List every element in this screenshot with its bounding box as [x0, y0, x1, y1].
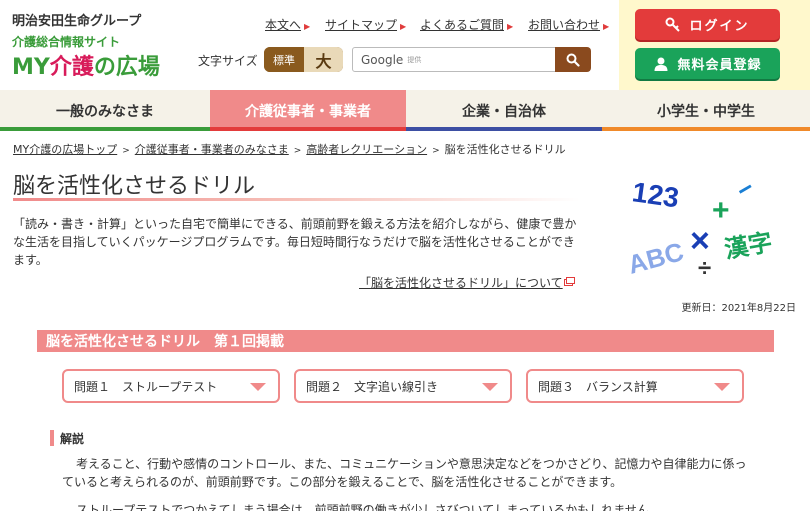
nav-tab-care-workers[interactable]: 介護従事者・事業者 — [210, 90, 406, 131]
search-icon — [566, 53, 580, 67]
nav-tab-underline — [602, 127, 810, 131]
util-link-skip-to-content[interactable]: 本文へ ▶ — [265, 16, 310, 33]
intro-text: 「読み・書き・計算」といった自宅で簡単にできる、前頭前野を鍛える方法を紹介しなが… — [13, 217, 577, 267]
caret-down-icon — [482, 383, 498, 391]
section-banner: 脳を活性化させるドリル 第１回掲載 — [37, 330, 774, 352]
signup-label: 無料会員登録 — [677, 58, 762, 73]
logo-group-text: 明治安田生命グループ — [12, 14, 142, 29]
explanation-paragraph-2: ストループテストでつかえてしまう場合は、前頭前野の働きが少しさびついてしまってい… — [76, 503, 649, 511]
google-provided-text: 提供 — [407, 55, 422, 64]
google-brand-text: Google — [361, 52, 404, 67]
nav-tab-underline — [406, 127, 602, 131]
key-icon — [665, 17, 681, 33]
font-size-large-button[interactable]: 大 — [304, 47, 343, 72]
question-3-dropdown[interactable]: 問題３ バランス計算 — [526, 369, 744, 403]
arrow-right-icon: ▶ — [400, 22, 407, 31]
divide-icon: ÷ — [698, 255, 711, 277]
user-icon — [653, 56, 669, 72]
breadcrumb-link-care-workers[interactable]: 介護従事者・事業者のみなさま — [135, 143, 289, 156]
minus-icon: − — [731, 172, 759, 206]
logo-name-main: 介護 — [49, 55, 94, 80]
nav-tab-students[interactable]: 小学生・中学生 — [602, 90, 810, 131]
caret-down-icon — [250, 383, 266, 391]
nav-tab-underline — [0, 127, 210, 131]
nav-tab-companies[interactable]: 企業・自治体 — [406, 90, 602, 131]
external-link-icon — [564, 277, 575, 286]
main-nav: 一般のみなさま 介護従事者・事業者 企業・自治体 小学生・中学生 — [0, 90, 810, 131]
updated-date: 更新日：2021年8月22日 — [681, 303, 796, 314]
logo-name-suffix: の広場 — [93, 55, 160, 80]
caret-down-icon — [714, 383, 730, 391]
login-label: ログイン — [689, 19, 750, 34]
chevron-right-icon: > — [122, 146, 130, 156]
font-size-standard-button[interactable]: 標準 — [264, 47, 304, 72]
arrow-right-icon: ▶ — [304, 22, 311, 31]
hero-numbers-text: 123 — [630, 176, 681, 213]
chevron-right-icon: > — [432, 146, 440, 156]
util-link-sitemap[interactable]: サイトマップ ▶ — [325, 16, 406, 33]
font-size-toggle: 標準 大 — [264, 47, 343, 72]
question-1-dropdown[interactable]: 問題１ ストループテスト — [62, 369, 280, 403]
arrow-right-icon: ▶ — [507, 22, 514, 31]
plus-icon: + — [712, 194, 730, 227]
arrow-right-icon: ▶ — [603, 22, 610, 31]
util-link-contact[interactable]: お問い合わせ ▶ — [528, 16, 609, 33]
logo-name-prefix: MY — [12, 55, 50, 80]
site-header: 明治安田生命グループ 介護総合情報サイト MY介護の広場 本文へ ▶ サイトマップ… — [0, 0, 810, 90]
about-drill-link[interactable]: 「脳を活性化させるドリル」について — [359, 274, 563, 291]
font-size-label: 文字サイズ — [198, 54, 258, 68]
chevron-right-icon: > — [293, 146, 302, 156]
search-input[interactable]: Google 提供 — [352, 47, 556, 72]
hero-kanji-text: 漢字 — [722, 228, 774, 264]
title-underline — [13, 198, 580, 201]
search-button[interactable] — [555, 47, 591, 72]
question-2-dropdown[interactable]: 問題２ 文字追い線引き — [294, 369, 512, 403]
nav-tab-underline — [210, 127, 406, 131]
login-button[interactable]: ログイン — [635, 9, 780, 40]
nav-tab-general[interactable]: 一般のみなさま — [0, 90, 210, 131]
logo-subtitle: 介護総合情報サイト — [12, 35, 121, 49]
explanation-paragraph-1: 考えること、行動や感情のコントロール、また、コミュニケーションや意思決定などをつ… — [62, 457, 747, 489]
hero-letters-text: ABC — [625, 236, 687, 277]
breadcrumb: MY介護の広場トップ > 介護従事者・事業者のみなさま > 高齢者レクリエーション > 脳を… — [13, 141, 566, 157]
site-logo[interactable]: MY介護の広場 — [12, 49, 160, 81]
signup-button[interactable]: 無料会員登録 — [635, 48, 780, 79]
explanation-heading: 解説 — [50, 430, 84, 446]
breadcrumb-current: 脳を活性化させるドリル — [444, 143, 566, 156]
breadcrumb-link-top[interactable]: MY介護の広場トップ — [13, 143, 117, 156]
hero-illustration: 123 + − ABC × 漢字 ÷ — [625, 172, 775, 277]
util-link-faq[interactable]: よくあるご質問 ▶ — [420, 16, 513, 33]
page-title: 脳を活性化させるドリル — [13, 174, 256, 199]
breadcrumb-link-recreation[interactable]: 高齢者レクリエーション — [306, 143, 427, 156]
